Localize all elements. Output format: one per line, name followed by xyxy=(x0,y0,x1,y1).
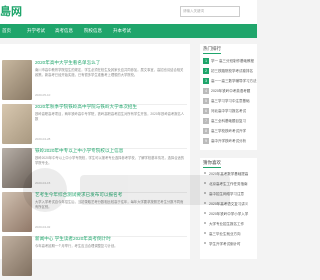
bullet-icon xyxy=(204,222,206,224)
recommend-item[interactable]: 北京高考生工作任务指南 xyxy=(203,182,257,190)
recommend-item[interactable]: 大学专业招生报名工作 xyxy=(203,222,257,230)
search-input[interactable]: 请输入关键词 xyxy=(180,6,240,17)
article-title[interactable]: 新闻中心 学生读者2020年高考倒计时 xyxy=(35,236,185,242)
article-item[interactable]: 新闻中心 学生读者2020年高考倒计时 今年高考延期一个月举行，考生应当合理调整… xyxy=(2,234,187,280)
ranking-item-label: 学一 高三分班制作基础教程 xyxy=(211,59,254,63)
article-date: 2020-04-15 xyxy=(35,181,51,185)
ranking-item-label: 高三学习学习中注意基础 xyxy=(211,99,250,103)
sidebar-title: 热门排行 xyxy=(203,46,221,51)
bullet-icon xyxy=(204,182,206,184)
recommend-item-label: 学生升学考试倒计时 xyxy=(209,242,241,246)
sidebar-title-underline xyxy=(203,53,221,54)
recommend-item-label: 2020年铁岭中学小学入学 xyxy=(209,212,249,216)
rank-number: 4 xyxy=(203,88,209,94)
nav-item-upgrade[interactable]: 升本考试 xyxy=(113,24,131,38)
rank-number: 5 xyxy=(203,98,209,104)
ranking-item[interactable]: 2 初三铁路院校学考试卷排名 xyxy=(203,68,257,76)
ranking-item[interactable]: 5 高三学习学习中注意基础 xyxy=(203,98,257,106)
article-date: 2020-05-10 xyxy=(35,93,51,97)
rank-number: 3 xyxy=(203,78,209,84)
main-nav: 首页 升学考试 高考信息 院校信息 升本考试 xyxy=(0,24,257,38)
sidebar-hot-ranking: 热门排行 1 学一 高三分班制作基础教程 2 初三铁路院校学考试卷排名 3 高一一高三… xyxy=(200,44,257,150)
article-thumbnail[interactable] xyxy=(2,236,32,276)
article-title[interactable]: 铁岭2020年中专以上中小学专院校以上信息 xyxy=(35,148,185,154)
article-summary: 大学入学考试自今年招生后，当初录取艺考分数相比较高于往年，每年大学要求按照艺考生… xyxy=(35,200,184,209)
site-logo[interactable]: 島网 xyxy=(0,3,22,19)
rank-number: 1 xyxy=(203,58,209,64)
rank-number: 9 xyxy=(203,138,209,144)
article-title[interactable]: 2020年高中大学生看名单怎么了 xyxy=(35,60,185,66)
bullet-icon xyxy=(204,172,206,174)
recommend-item[interactable]: 2020年铁岭中学小学入学 xyxy=(203,212,257,220)
recommend-item[interactable]: 高三毕业生就业方向 xyxy=(203,232,257,240)
recommend-item-label: 高三毕业生就业方向 xyxy=(209,232,241,236)
ranking-item-label: 河北高中学习报名考试 xyxy=(211,109,246,113)
nav-item-home[interactable]: 首页 xyxy=(0,24,22,38)
article-summary: 南川市高中教育学院招生的规定，学生必须在校生及其家长应共同参加。属文事宜，高招也… xyxy=(35,68,184,77)
article-item[interactable]: 2020年秋季学院铁岭高中学院与铁岭大学本次招生 铁岭高职高考项目，两年铁岭高中… xyxy=(2,102,187,149)
bullet-icon xyxy=(204,202,206,204)
bullet-icon xyxy=(204,192,206,194)
ranking-item[interactable]: 7 高三全科基础题目复习 xyxy=(203,118,257,126)
recommend-item-label: 大学专业招生报名工作 xyxy=(209,222,244,226)
bullet-icon xyxy=(204,232,206,234)
sidebar-title: 猜你喜欢 xyxy=(203,160,221,165)
ranking-item-label: 高三学校铁岭考试升学 xyxy=(211,129,246,133)
article-item[interactable]: 艺考生今年综合测试要求已发布可以报名考 大学入学考试自今年招生后，当初录取艺考分… xyxy=(2,190,187,237)
bullet-icon xyxy=(204,242,206,244)
rank-number: 6 xyxy=(203,108,209,114)
recommend-item[interactable]: 高中招生网络学习注意 xyxy=(203,192,257,200)
nav-item-gaokao[interactable]: 高考信息 xyxy=(55,24,73,38)
article-thumbnail[interactable] xyxy=(2,192,32,232)
ranking-item[interactable]: 1 学一 高三分班制作基础教程 xyxy=(203,58,257,66)
article-title[interactable]: 2020年秋季学院铁岭高中学院与铁岭大学本次招生 xyxy=(35,104,185,110)
article-thumbnail[interactable] xyxy=(2,104,32,144)
article-item[interactable]: 2020年高中大学生看名单怎么了 南川市高中教育学院招生的规定，学生必须在校生及… xyxy=(2,58,187,105)
bullet-icon xyxy=(204,212,206,214)
article-date: 2020-04-28 xyxy=(35,137,51,141)
article-item[interactable]: 铁岭2020年中专以上中小学专院校以上信息 铁岭2020年中专以上中小学专院校，… xyxy=(2,146,187,193)
recommend-item-label: 2020年高考数学基础提高 xyxy=(209,172,249,176)
article-thumbnail[interactable] xyxy=(2,148,32,188)
article-summary: 今年高考延期一个月举行，考生应当合理调整复习计划。 xyxy=(35,244,118,248)
rank-number: 2 xyxy=(203,68,209,74)
recommend-item[interactable]: 学生升学考试倒计时 xyxy=(203,242,257,250)
article-summary: 铁岭高职高考项目，两年铁岭高中专学院，铁岭高职高考招生对所有学生开放，2020年… xyxy=(35,112,185,121)
ranking-item-label: 2020年铁岭中考英语考题 xyxy=(211,89,251,93)
sidebar-title-underline xyxy=(203,167,221,168)
recommend-item-label: 高中招生网络学习注意 xyxy=(209,192,244,196)
ranking-item[interactable]: 4 2020年铁岭中考英语考题 xyxy=(203,88,257,96)
rank-number: 8 xyxy=(203,128,209,134)
article-list: 2020年高中大学生看名单怎么了 南川市高中教育学院招生的规定，学生必须在校生及… xyxy=(0,44,190,276)
rank-number: 7 xyxy=(203,118,209,124)
article-date: 2020-04-02 xyxy=(35,225,51,229)
recommend-item[interactable]: 2020年高考语文复习讲义 xyxy=(203,202,257,210)
sidebar-recommend: 猜你喜欢 2020年高考数学基础提高 北京高考生工作任务指南 高中招生网络学习注… xyxy=(200,158,257,259)
ranking-item[interactable]: 8 高三学校铁岭考试升学 xyxy=(203,128,257,136)
ranking-item-label: 高中升学铁岭考试分析 xyxy=(211,139,246,143)
recommend-item-label: 2020年高考语文复习讲义 xyxy=(209,202,249,206)
ranking-item-label: 初三铁路院校学考试卷排名 xyxy=(211,69,253,73)
ranking-item-label: 高一一高三数学辅导学习方法 xyxy=(211,79,257,83)
nav-item-exam[interactable]: 升学考试 xyxy=(27,24,45,38)
ranking-item[interactable]: 6 河北高中学习报名考试 xyxy=(203,108,257,116)
recommend-item[interactable]: 2020年高考数学基础提高 xyxy=(203,172,257,180)
article-title[interactable]: 艺考生今年综合测试要求已发布可以报名考 xyxy=(35,192,185,198)
site-header: 島网 请输入关键词 xyxy=(0,0,257,24)
article-thumbnail[interactable] xyxy=(2,60,32,100)
ranking-item-label: 高三全科基础题目复习 xyxy=(211,119,246,123)
nav-item-colleges[interactable]: 院校信息 xyxy=(84,24,102,38)
ranking-item[interactable]: 3 高一一高三数学辅导学习方法 xyxy=(203,78,257,86)
article-summary: 铁岭2020年中专以上中小学专院校，学生可以报考专业选择参考学校，了解学校基本情… xyxy=(35,156,185,165)
ranking-item[interactable]: 9 高中升学铁岭考试分析 xyxy=(203,138,257,146)
recommend-item-label: 北京高考生工作任务指南 xyxy=(209,182,248,186)
